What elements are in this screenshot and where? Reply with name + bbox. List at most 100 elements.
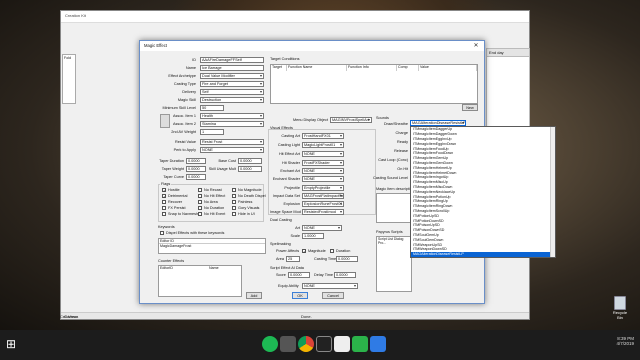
new-button[interactable]: New (462, 104, 478, 111)
resist-select[interactable]: Resist Frost (200, 139, 264, 145)
dropdown-option[interactable]: MAGAlterationDiseaseResistLP (411, 252, 555, 257)
sound-dropdown-list[interactable]: ITMmagicItemBeltInvUpITMmagicItemBeltInv… (410, 126, 556, 258)
skill-usage-label: Skill Usage Mult (208, 167, 236, 171)
menu-display-select[interactable]: MAGINVFrostSpellArt (330, 117, 372, 123)
explosion-select[interactable]: ExplosionRuneFrost01 (302, 201, 344, 207)
ok-button[interactable]: OK (292, 292, 308, 299)
explosion-label: Explosion (283, 202, 300, 206)
flag-checkbox[interactable] (232, 188, 236, 192)
magic-item-desc-box[interactable] (376, 193, 412, 223)
id-field[interactable]: AAAFireDamageFFSelf (200, 57, 264, 63)
equip-ability-label: Equip Ability (278, 284, 299, 288)
cancel-button[interactable]: Cancel (322, 292, 344, 299)
assoc1-label: Assoc. Item 1 (172, 114, 196, 118)
add-button[interactable]: Add (246, 292, 262, 299)
cond-col-value: Value (419, 65, 477, 71)
conditions-table[interactable]: Target Function Name Function Info Comp … (270, 64, 478, 104)
keyword-item[interactable]: MagicDamageFrost (159, 244, 265, 248)
windows-start-icon[interactable]: ⊞ (6, 336, 22, 352)
archetype-select[interactable]: Dual Value Modifier (200, 73, 264, 79)
duration-checkbox[interactable] (330, 249, 334, 253)
skill-usage-field[interactable]: 0.0000 (238, 166, 262, 172)
delay-time-field[interactable]: 0.0000 (334, 272, 356, 278)
hit-effect-art-label: Hit Effect Art (278, 152, 300, 156)
equip-ability-select[interactable]: NONE (302, 283, 358, 289)
taper-weight-field[interactable]: 0.0000 (186, 166, 206, 172)
flag-checkbox[interactable] (198, 200, 202, 204)
area-field[interactable]: 25 (286, 256, 300, 262)
ai-score-field[interactable]: 0.0000 (288, 272, 310, 278)
enchant-art-select[interactable]: NONE (302, 168, 344, 174)
resist-label: Resist Value (174, 140, 196, 144)
counter-effects-list[interactable]: EditorID Name (158, 265, 242, 297)
perk-select[interactable]: NONE (200, 147, 264, 153)
recycle-bin[interactable]: Recycle Bin (610, 296, 630, 320)
flag-checkbox[interactable] (232, 194, 236, 198)
flag-checkbox[interactable] (162, 206, 166, 210)
flag-checkbox[interactable]: ✓ (162, 188, 166, 193)
enchant-shader-select[interactable]: NONE (302, 176, 344, 182)
scale-field[interactable]: 1.0000 (302, 233, 324, 239)
base-cost-label: Base Cost (218, 159, 236, 163)
flag-checkbox[interactable]: ✓ (162, 194, 166, 199)
flag-label: Detrimental (168, 194, 188, 198)
flag-checkbox[interactable] (198, 194, 202, 198)
base-cost-field[interactable]: 0.0000 (238, 158, 262, 164)
assoc2-select[interactable]: Stamina (200, 121, 264, 127)
casting-time-field[interactable]: 0.0000 (336, 256, 358, 262)
close-icon[interactable]: ✕ (468, 41, 484, 51)
magic-skill-select[interactable]: Destruction (200, 97, 264, 103)
steam-icon[interactable] (280, 336, 296, 352)
min-skill-field[interactable]: 50 (200, 105, 224, 111)
casting-art-select[interactable]: FrostHandFX01 (302, 133, 344, 139)
image-space-select[interactable]: ResistedFrostImod (302, 209, 344, 215)
papyrus-list[interactable]: Script List Dialog Pro... (376, 236, 412, 292)
impact-set-select[interactable]: MAGFrostFlatImpactSet (302, 193, 344, 199)
dropdown-items: ITMmagicItemBeltInvUpITMmagicItemBeltInv… (411, 127, 555, 257)
ck-left-panel[interactable]: Fold (62, 54, 76, 104)
cell-view-label: Cell View (60, 314, 77, 319)
magnitude-checkbox[interactable]: ✓ (302, 249, 306, 254)
casting-type-select[interactable]: Fire and Forget (200, 81, 264, 87)
ck-left-tab[interactable]: Fold (63, 55, 75, 61)
creation-kit-taskbar-icon[interactable] (334, 336, 350, 352)
av-weight-field[interactable]: 1 (200, 129, 224, 135)
flag-checkbox[interactable] (232, 200, 236, 204)
name-field[interactable]: Ice Barrage (200, 65, 264, 71)
download-icon[interactable] (352, 336, 368, 352)
flag-label: No Hit Effect (204, 194, 226, 198)
papyrus-item[interactable]: Script List Dialog Pro... (377, 237, 411, 245)
keywords-list[interactable]: Editor ID MagicDamageFrost (158, 238, 266, 254)
flag-checkbox[interactable] (232, 212, 236, 216)
dropdown-scrollbar[interactable] (550, 127, 555, 257)
art-select[interactable]: NONE (302, 225, 342, 231)
casting-time-label: Casting Time (314, 257, 337, 261)
flag-checkbox[interactable] (198, 188, 202, 192)
delay-time-label: Delay Time (314, 273, 333, 277)
power-affects-label: Power Affects (276, 249, 300, 253)
casting-light-select[interactable]: MagicLightFrost01 (302, 142, 344, 148)
flag-checkbox[interactable] (162, 200, 166, 204)
file-icon[interactable] (370, 336, 386, 352)
spotify-icon[interactable] (262, 336, 278, 352)
flag-checkbox[interactable] (198, 212, 202, 216)
assoc1-select[interactable]: Health (200, 113, 264, 119)
clock[interactable]: 8:39 PM 4/7/2019 (580, 336, 634, 346)
chrome-icon[interactable] (298, 336, 314, 352)
flag-checkbox[interactable] (198, 206, 202, 210)
hit-effect-art-select[interactable]: NONE (302, 151, 344, 157)
hit-shader-select[interactable]: FrostFXShader (302, 160, 344, 166)
flag-checkbox[interactable] (232, 206, 236, 210)
projectile-select[interactable]: EmptyProjectile (302, 185, 344, 191)
delivery-select[interactable]: Self (200, 89, 264, 95)
taper-duration-label: Taper Duration (159, 159, 184, 163)
sound-row-label: Release (394, 149, 408, 153)
taper-curve-field[interactable]: 0.0000 (186, 174, 206, 180)
flag-checkbox[interactable] (162, 212, 166, 216)
dispel-checkbox[interactable] (160, 231, 164, 235)
area-label: Area (276, 257, 285, 261)
flag-label: Recover (168, 200, 183, 204)
app-icon[interactable] (316, 336, 332, 352)
taper-duration-field[interactable]: 0.0000 (186, 158, 206, 164)
flag-label: No Recast (204, 188, 222, 192)
